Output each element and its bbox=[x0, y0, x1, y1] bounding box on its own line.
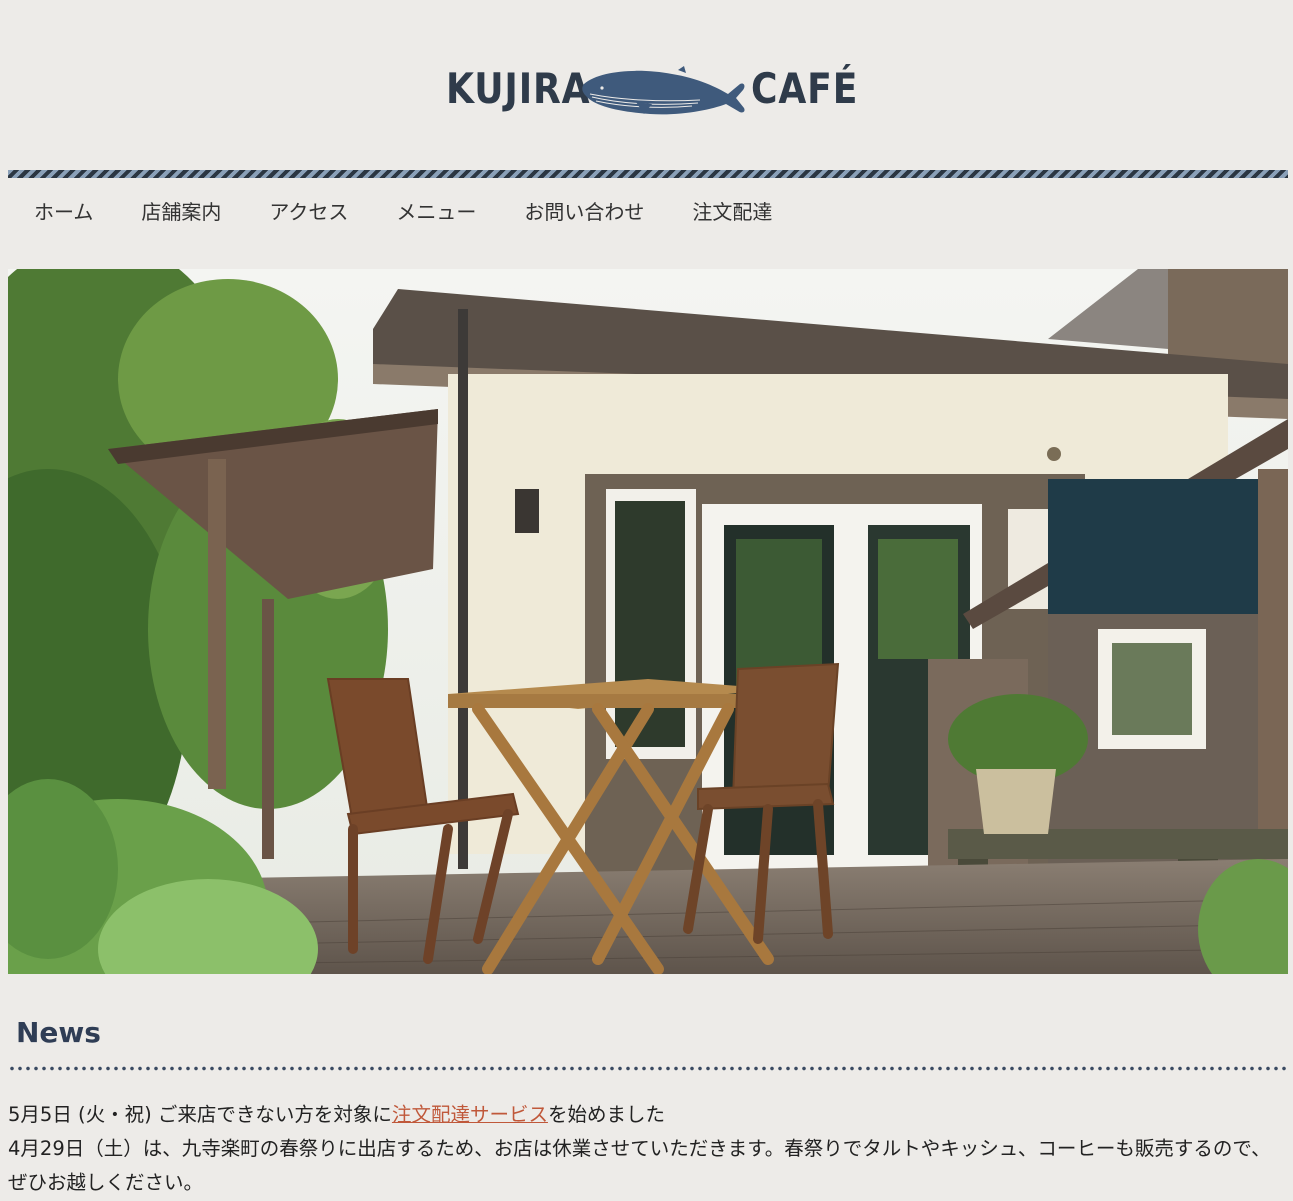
site-header: KUJIRA CAFÉ bbox=[0, 0, 1293, 170]
nav-item-store-info[interactable]: 店舗案内 bbox=[141, 188, 245, 236]
nav-item-menu[interactable]: メニュー bbox=[396, 188, 500, 236]
delivery-service-link[interactable]: 注文配達サービス bbox=[392, 1103, 548, 1126]
news-item-1-suffix: を始めました bbox=[547, 1103, 665, 1126]
site-logo[interactable]: KUJIRA CAFÉ bbox=[446, 60, 857, 118]
nav-item-contact[interactable]: お問い合わせ bbox=[524, 188, 668, 236]
logo-text-kujira: KUJIRA bbox=[446, 64, 591, 113]
nav-item-access[interactable]: アクセス bbox=[269, 188, 372, 236]
news-divider bbox=[8, 1066, 1288, 1071]
nav-item-delivery[interactable]: 注文配達 bbox=[692, 188, 796, 236]
news-item: 5月5日 (火・祝) ご来店できない方を対象に注文配達サービスを始めました bbox=[8, 1098, 1290, 1132]
cafe-exterior-photo bbox=[8, 269, 1288, 974]
main-nav: ホーム 店舗案内 アクセス メニュー お問い合わせ 注文配達 bbox=[8, 188, 820, 236]
logo-text-cafe: CAFÉ bbox=[751, 64, 859, 113]
nav-item-home[interactable]: ホーム bbox=[8, 188, 117, 236]
hero-image bbox=[8, 269, 1288, 974]
whale-icon bbox=[582, 66, 745, 115]
header-divider bbox=[8, 170, 1288, 178]
news-item: 4月29日（土）は、九寺楽町の春祭りに出店するため、お店は休業させていただきます… bbox=[8, 1137, 1271, 1194]
news-item-1-text: 5月5日 (火・祝) ご来店できない方を対象に bbox=[8, 1103, 392, 1126]
news-list: 5月5日 (火・祝) ご来店できない方を対象に注文配達サービスを始めました 4月… bbox=[8, 1098, 1290, 1200]
news-heading: News bbox=[16, 1016, 101, 1049]
